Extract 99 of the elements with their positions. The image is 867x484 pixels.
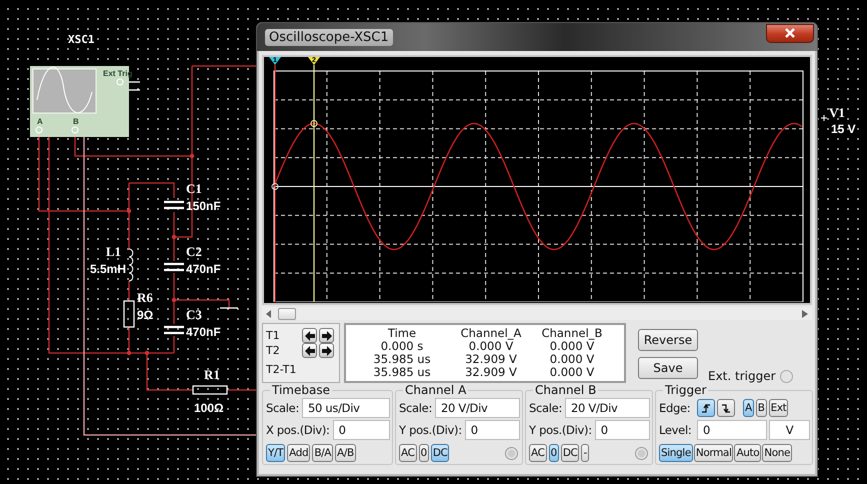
table-cell-text: 0.000 V	[468, 340, 514, 353]
source-button[interactable]: A	[743, 399, 754, 417]
trigger-mode-button[interactable]: None	[762, 444, 792, 462]
coupling-button[interactable]: -	[581, 444, 589, 462]
indicator-icon	[505, 446, 518, 460]
table-cell-text: 35.985 us	[372, 366, 432, 379]
instrument-label: XSC1	[68, 33, 94, 46]
field-label: Scale:	[266, 401, 300, 415]
table-cell-text: 0.000 V	[548, 353, 596, 366]
resistor-drawing[interactable]	[123, 300, 135, 328]
scale-field[interactable]: 20 V/Div	[435, 398, 520, 418]
source-button[interactable]: Ext	[768, 399, 788, 417]
trigger-mode-button[interactable]: Normal	[694, 444, 734, 462]
component-label: C3	[186, 307, 202, 322]
component-label: R6	[137, 290, 153, 305]
component-value: 470nF	[186, 262, 221, 276]
component-value: 100Ω	[194, 401, 224, 415]
indicator-icon	[635, 446, 648, 460]
edge-button[interactable]	[717, 399, 735, 417]
mode-button[interactable]: A/B	[335, 444, 356, 462]
plus-sign-icon	[820, 114, 828, 122]
field-label: Level:	[659, 423, 692, 437]
field-label: X pos.(Div):	[266, 423, 330, 437]
unit-field[interactable]: V	[769, 420, 810, 440]
cursor-point-icon	[272, 183, 278, 190]
group-title: Channel A	[404, 383, 468, 397]
window-title: Oscilloscope-XSC1	[265, 28, 393, 46]
coupling-button[interactable]: AC	[399, 444, 417, 462]
component-label: V1	[829, 105, 845, 120]
close-button[interactable]	[766, 24, 814, 42]
table-cell-text: 32.909 V	[464, 353, 518, 366]
cursor-point-icon	[310, 120, 318, 127]
terminal-label: A	[37, 117, 43, 126]
scale-field[interactable]: 20 V/Div	[565, 398, 650, 418]
column-header: Channel_B	[540, 327, 604, 340]
source-button[interactable]: B	[756, 399, 767, 417]
terminal-label: B	[73, 117, 79, 126]
table-cell-text: 0.000 s	[380, 340, 424, 353]
scroll-left-icon[interactable]	[266, 310, 272, 318]
column-header: Channel_A	[460, 327, 522, 340]
position-field[interactable]: 0	[594, 420, 650, 440]
scroll-thumb[interactable]	[278, 308, 296, 320]
component-value: 5.5mH	[90, 262, 126, 276]
component-value: 470nF	[186, 325, 221, 339]
level-field[interactable]: 0	[697, 420, 767, 440]
capacitor-drawing[interactable]	[162, 200, 186, 210]
table-cell-text: 0.000 V	[548, 366, 596, 379]
close-icon	[784, 28, 796, 38]
inductor-drawing[interactable]	[128, 248, 134, 282]
field-label: Y pos.(Div):	[529, 423, 592, 437]
cursor-label: T2	[266, 344, 281, 357]
cursor-label: T1	[266, 329, 281, 342]
component-label: R1	[204, 367, 220, 382]
cursor-left-button[interactable]	[302, 343, 317, 358]
action-button[interactable]: Reverse	[638, 329, 698, 351]
component-label: C2	[186, 244, 202, 259]
group-title: Channel B	[534, 383, 598, 397]
field-label: Scale:	[529, 401, 562, 415]
resistor-drawing[interactable]	[192, 385, 228, 395]
position-field[interactable]: 0	[332, 420, 390, 440]
cursor-left-button[interactable]	[302, 328, 317, 343]
component-label: L1	[106, 244, 121, 259]
ext-trigger-label: Ext. trigger	[708, 369, 776, 383]
capacitor-drawing[interactable]	[162, 326, 186, 334]
coupling-button[interactable]: DC	[560, 444, 580, 462]
coupling-button[interactable]: 0	[548, 444, 559, 462]
table-cell-text: 32.909 V	[464, 366, 518, 379]
coupling-button[interactable]: 0	[418, 444, 429, 462]
mode-button[interactable]: Add	[287, 444, 310, 462]
cursor-right-button[interactable]	[319, 328, 334, 343]
group-title: Timebase	[271, 383, 331, 397]
field-label: Edge:	[659, 401, 692, 415]
rising-edge-icon	[699, 402, 713, 414]
trigger-mode-button[interactable]: Single	[659, 444, 693, 462]
component-value: 15 V	[831, 122, 856, 136]
cursor-line[interactable]	[274, 65, 276, 302]
field-label: Y pos.(Div):	[399, 423, 462, 437]
capacitor-drawing[interactable]	[162, 262, 186, 272]
action-button[interactable]: Save	[638, 357, 698, 379]
horizontal-scrollbar[interactable]	[262, 307, 812, 320]
radio-button[interactable]	[780, 370, 793, 382]
field-label: Scale:	[399, 401, 432, 415]
coupling-button[interactable]: DC	[430, 444, 450, 462]
table-cell-text: 35.985 us	[372, 353, 432, 366]
position-field[interactable]: 0	[464, 420, 520, 440]
trigger-mode-button[interactable]: Auto	[734, 444, 762, 462]
cursor-label: T2-T1	[266, 363, 298, 376]
scroll-right-icon[interactable]	[802, 310, 808, 318]
mode-button[interactable]: Y/T	[266, 444, 286, 462]
table-cell-text: 0.000 V	[550, 340, 594, 353]
coupling-button[interactable]: AC	[529, 444, 547, 462]
scale-field[interactable]: 50 us/Div	[302, 398, 390, 418]
column-header: Time	[386, 327, 418, 340]
cursor-right-button[interactable]	[319, 343, 334, 358]
edge-button[interactable]	[697, 399, 715, 417]
mode-button[interactable]: B/A	[312, 444, 334, 462]
falling-edge-icon	[719, 402, 733, 414]
component-value: 9Ω	[137, 308, 154, 322]
group-title: Trigger	[664, 383, 708, 397]
